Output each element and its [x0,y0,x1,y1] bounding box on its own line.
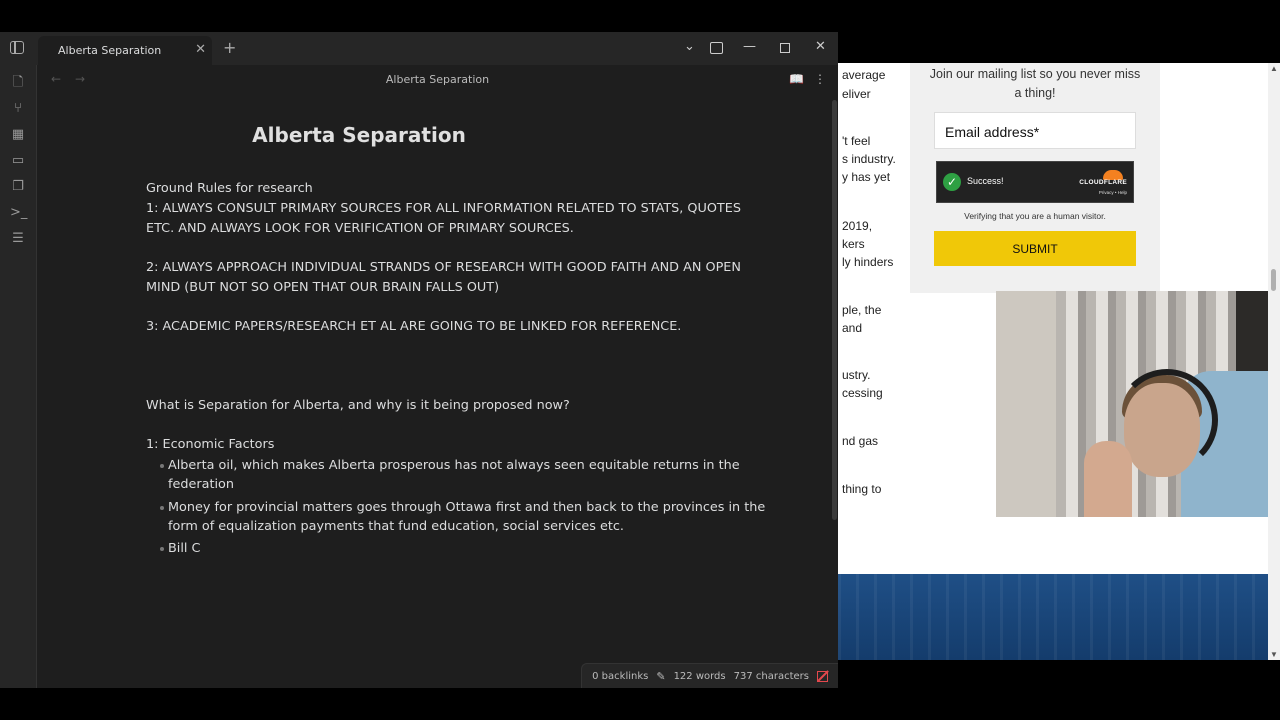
article-text: y has yet [842,170,891,184]
note-line[interactable]: 2: ALWAYS APPROACH INDIVIDUAL STRANDS OF… [146,260,741,275]
terminal-icon[interactable]: >_ [10,205,27,221]
status-bar: 0 backlinks ✎ 122 words 737 characters [581,663,838,688]
sync-error-icon[interactable] [817,670,828,682]
scroll-down-icon[interactable]: ▼ [1270,650,1278,659]
note-editor[interactable]: Alberta Separation Ground Rules for rese… [37,95,838,688]
captcha-links[interactable]: Privacy • Help [1099,190,1127,195]
bullet-icon [160,506,164,510]
tab-alberta-separation[interactable]: Alberta Separation ✕ [38,36,212,65]
bullet-icon [160,547,164,551]
newsletter-signup: Join our mailing list so you never miss … [910,63,1160,293]
canvas-icon[interactable]: ▦ [10,127,26,143]
maximize-icon[interactable] [780,43,790,53]
graph-icon[interactable]: ⑂ [10,101,26,117]
split-view-icon[interactable] [710,42,723,54]
article-text: and [842,321,863,335]
list-icon[interactable]: ☰ [10,231,26,247]
left-ribbon: 🗋 ⑂ ▦ ▭ ❐ >_ ☰ [0,65,37,688]
scrollbar-thumb[interactable] [1271,269,1276,291]
check-icon: ✓ [943,173,961,191]
view-title: Alberta Separation [385,73,490,86]
note-title[interactable]: Alberta Separation [37,123,681,147]
title-bar: Alberta Separation ✕ + ⌄ — ✕ [0,32,838,65]
note-line[interactable]: 1: Economic Factors [146,437,274,452]
copy-icon[interactable]: ❐ [10,179,26,195]
headset-icon [1116,369,1218,471]
note-line[interactable]: 1: ALWAYS CONSULT PRIMARY SOURCES FOR AL… [146,201,741,216]
view-header: ← → Alberta Separation 📖 ⋮ [37,65,838,95]
article-text: nd gas [842,434,879,448]
new-tab-icon[interactable]: + [223,38,236,57]
scroll-up-icon[interactable]: ▲ [1270,64,1278,73]
obsidian-window: Alberta Separation ✕ + ⌄ — ✕ 🗋 ⑂ ▦ ▭ ❐ >… [0,32,838,688]
bullet-item[interactable]: Money for provincial matters goes throug… [168,500,765,515]
article-text: 't feel [842,134,871,148]
article-text: cessing [842,386,883,400]
bullet-item[interactable]: form of equalization payments that fund … [168,519,624,534]
article-text: ly hinders [842,255,894,269]
minimize-icon[interactable]: — [743,39,756,54]
file-icon[interactable]: 🗋 [10,75,26,91]
note-line[interactable]: 3: ACADEMIC PAPERS/RESEARCH ET AL ARE GO… [146,319,681,334]
bullet-item[interactable]: Bill C [168,541,200,556]
character-count[interactable]: 737 characters [734,671,809,682]
word-count[interactable]: 122 words [674,671,726,682]
reading-view-icon[interactable]: 📖 [789,72,804,86]
note-line[interactable]: ETC. AND ALWAYS LOOK FOR VERIFICATION OF… [146,221,574,236]
backlinks-count[interactable]: 0 backlinks [592,671,648,682]
note-line[interactable]: Ground Rules for research [146,181,313,196]
note-line[interactable]: What is Separation for Alberta, and why … [146,398,570,413]
captcha-status: Success! [967,176,1004,186]
browser-scrollbar[interactable]: ▲ ▼ [1268,63,1280,660]
article-text: average [842,68,886,82]
calendar-icon[interactable]: ▭ [10,153,26,169]
webcam-overlay [996,291,1280,517]
note-line[interactable]: MIND (BUT NOT SO OPEN THAT OUR BRAIN FAL… [146,280,499,295]
more-options-icon[interactable]: ⋮ [814,72,826,86]
window-close-icon[interactable]: ✕ [815,39,826,54]
article-text: 2019, [842,219,873,233]
submit-button[interactable]: SUBMIT [934,231,1136,266]
article-text: s industry. [842,152,896,166]
tab-label: Alberta Separation [58,44,162,57]
bullet-item[interactable]: federation [168,477,234,492]
email-field[interactable]: Email address* [934,112,1136,149]
header-banner-image [838,574,1268,660]
bullet-item[interactable]: Alberta oil, which makes Alberta prosper… [168,458,740,473]
chevron-down-icon[interactable]: ⌄ [684,39,695,54]
article-text: ustry. [842,368,871,382]
bullet-icon [160,464,164,468]
pencil-icon[interactable]: ✎ [656,670,665,683]
article-text: kers [842,237,865,251]
newsletter-intro: Join our mailing list so you never miss … [929,67,1141,100]
article-text: eliver [842,87,871,101]
close-icon[interactable]: ✕ [195,42,206,57]
verify-text: Verifying that you are a human visitor. [964,211,1106,221]
browser-window: average eliver 't feel s industry. y has… [838,63,1280,660]
article-text: thing to [842,482,882,496]
editor-scrollbar[interactable] [832,100,837,520]
sidebar-toggle-icon[interactable] [10,41,24,54]
captcha-brand: CLOUDFLARE [1079,179,1127,186]
article-text: ple, the [842,303,882,317]
captcha-widget[interactable]: ✓ Success! CLOUDFLARE Privacy • Help [936,161,1134,203]
